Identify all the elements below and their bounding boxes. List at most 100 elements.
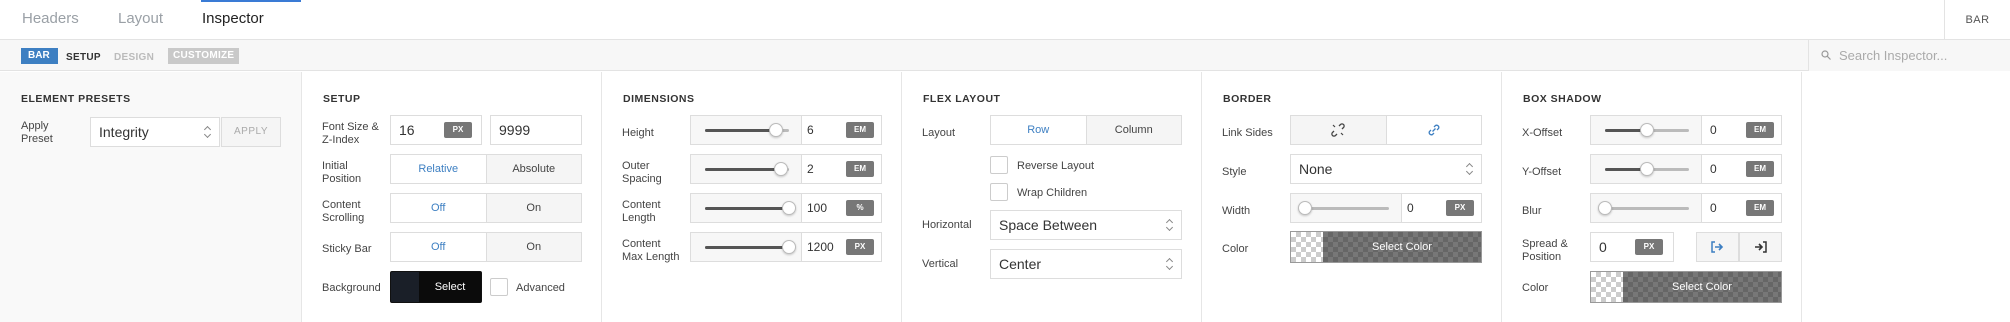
border-width-slider[interactable] — [1290, 193, 1402, 223]
horizontal-select-value: Space Between — [999, 217, 1098, 233]
breadcrumb: BAR SETUP DESIGN CUSTOMIZE — [0, 40, 2010, 71]
slider-handle[interactable] — [782, 240, 796, 254]
breadcrumb-customize[interactable]: CUSTOMIZE — [168, 48, 240, 64]
y-offset-input[interactable]: 0 EM — [1701, 154, 1782, 184]
spread-input[interactable]: 0 PX — [1590, 232, 1674, 262]
sticky-on-option[interactable]: On — [485, 233, 581, 261]
border-style-select[interactable]: None — [1290, 154, 1482, 184]
x-offset-label: X-Offset — [1522, 127, 1563, 139]
shadow-color-button[interactable]: Select Color — [1590, 271, 1782, 303]
content-max-length-label: Content Max Length — [622, 238, 680, 263]
tab-layout[interactable]: Layout — [118, 10, 163, 27]
advanced-checkbox[interactable] — [490, 278, 508, 296]
border-width-unit-button[interactable]: PX — [1446, 200, 1474, 216]
breadcrumb-bar[interactable]: BAR — [21, 48, 58, 64]
slider-handle[interactable] — [773, 162, 788, 176]
link-sides-option[interactable] — [1385, 116, 1481, 144]
z-index-value: 9999 — [499, 122, 531, 138]
content-max-length-unit-button[interactable]: PX — [846, 239, 874, 255]
x-offset-unit-button[interactable]: EM — [1746, 122, 1774, 138]
panel-title: ELEMENT PRESETS — [21, 93, 131, 105]
outer-spacing-unit-button[interactable]: EM — [846, 161, 874, 177]
scrolling-toggle: Off On — [390, 193, 582, 223]
position-absolute-option[interactable]: Absolute — [485, 155, 581, 183]
breadcrumb-setup[interactable]: SETUP — [66, 52, 101, 63]
style-label: Style — [1222, 166, 1247, 178]
border-width-input[interactable]: 0 PX — [1401, 193, 1482, 223]
chevron-updown-icon — [1167, 219, 1173, 231]
y-offset-slider[interactable] — [1590, 154, 1702, 184]
slider-fill — [705, 129, 777, 132]
reverse-layout-label: Reverse Layout — [1017, 160, 1095, 172]
slider-handle[interactable] — [1640, 123, 1654, 137]
tab-headers[interactable]: Headers — [22, 10, 79, 27]
content-length-slider[interactable] — [690, 193, 802, 223]
blur-input[interactable]: 0 EM — [1701, 193, 1782, 223]
y-offset-unit-button[interactable]: EM — [1746, 161, 1774, 177]
slider-handle[interactable] — [782, 201, 796, 215]
blur-slider[interactable] — [1590, 193, 1702, 223]
height-input[interactable]: 6 EM — [801, 115, 882, 145]
background-color-button[interactable]: Select — [390, 271, 482, 303]
outer-spacing-input[interactable]: 2 EM — [801, 154, 882, 184]
width-label: Width — [1222, 205, 1251, 217]
scrolling-on-option[interactable]: On — [485, 194, 581, 222]
preset-select-value: Integrity — [99, 124, 149, 140]
position-toggle: Relative Absolute — [390, 154, 582, 184]
panel-setup: SETUP Font Size & Z-Index 16 PX 9999 Ini… — [302, 72, 602, 322]
border-width-value: 0 — [1407, 201, 1414, 215]
layout-row-option[interactable]: Row — [991, 116, 1086, 144]
outer-spacing-slider[interactable] — [690, 154, 802, 184]
height-unit-button[interactable]: EM — [846, 122, 874, 138]
preset-select[interactable]: Integrity — [90, 117, 220, 147]
vertical-select[interactable]: Center — [990, 249, 1182, 279]
breadcrumb-design[interactable]: DESIGN — [114, 52, 154, 63]
slider-handle[interactable] — [1640, 162, 1654, 176]
shadow-inset-button[interactable] — [1739, 232, 1782, 262]
slider-fill — [705, 168, 781, 171]
scrolling-off-option[interactable]: Off — [391, 194, 486, 222]
content-length-unit-button[interactable]: % — [846, 200, 874, 216]
shadow-outset-icon — [1711, 241, 1724, 253]
background-swatch — [391, 272, 419, 302]
font-size-input[interactable]: 16 PX — [390, 115, 482, 145]
panel-title: BOX SHADOW — [1523, 93, 1602, 105]
font-unit-button[interactable]: PX — [444, 122, 472, 138]
apply-preset-label: Apply Preset — [21, 120, 53, 145]
search-input[interactable] — [1839, 45, 2004, 65]
shadow-outset-button[interactable] — [1696, 232, 1739, 262]
blur-unit-button[interactable]: EM — [1746, 200, 1774, 216]
x-offset-input[interactable]: 0 EM — [1701, 115, 1782, 145]
sticky-off-option[interactable]: Off — [391, 233, 486, 261]
border-color-button[interactable]: Select Color — [1290, 231, 1482, 263]
border-style-value: None — [1299, 161, 1333, 177]
wrap-children-label: Wrap Children — [1017, 187, 1088, 199]
position-relative-option[interactable]: Relative — [391, 155, 486, 183]
spread-position-label: Spread & Position — [1522, 238, 1568, 263]
x-offset-slider[interactable] — [1590, 115, 1702, 145]
unlink-sides-option[interactable] — [1291, 116, 1386, 144]
wrap-children-checkbox[interactable] — [990, 183, 1008, 201]
layout-column-option[interactable]: Column — [1085, 116, 1181, 144]
slider-handle[interactable] — [1298, 201, 1312, 215]
horizontal-select[interactable]: Space Between — [990, 210, 1182, 240]
slider-track — [1305, 207, 1389, 210]
height-slider[interactable] — [690, 115, 802, 145]
reverse-layout-checkbox[interactable] — [990, 156, 1008, 174]
y-offset-value: 0 — [1710, 162, 1717, 176]
element-type-label: BAR — [1944, 0, 2010, 40]
content-length-input[interactable]: 100 % — [801, 193, 882, 223]
blur-value: 0 — [1710, 201, 1717, 215]
content-max-length-input[interactable]: 1200 PX — [801, 232, 882, 262]
vertical-select-value: Center — [999, 256, 1042, 272]
apply-button[interactable]: APPLY — [221, 117, 281, 147]
spread-unit-button[interactable]: PX — [1635, 239, 1663, 255]
slider-handle[interactable] — [1598, 201, 1612, 215]
z-index-input[interactable]: 9999 — [490, 115, 582, 145]
background-label: Background — [322, 282, 381, 294]
tab-inspector[interactable]: Inspector — [202, 10, 264, 27]
slider-handle[interactable] — [769, 123, 784, 137]
content-max-length-slider[interactable] — [690, 232, 802, 262]
content-scrolling-label: Content Scrolling — [322, 199, 365, 224]
font-size-value: 16 — [399, 122, 415, 138]
